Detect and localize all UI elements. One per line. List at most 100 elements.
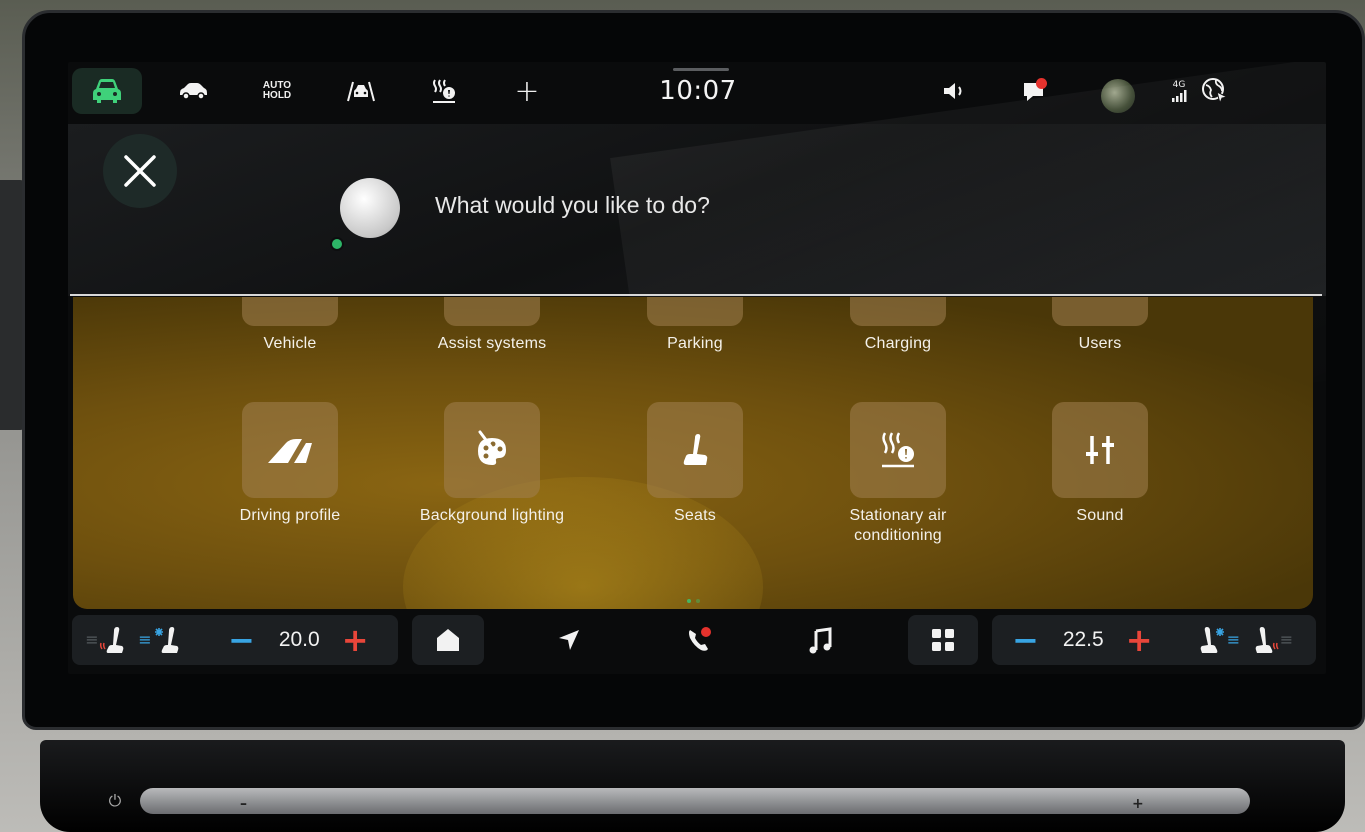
seat-ventilation-icon bbox=[1200, 627, 1224, 653]
tile-icon-box bbox=[647, 402, 743, 498]
equalizer-icon bbox=[1086, 436, 1114, 464]
display-lower-bezel bbox=[40, 740, 1345, 832]
add-shortcut-button[interactable]: + bbox=[504, 68, 550, 114]
seat-heating-icon bbox=[1255, 627, 1279, 653]
vehicle-status-icon bbox=[180, 83, 207, 100]
left-temp-decrease-button[interactable]: − bbox=[228, 624, 255, 656]
app-menu: Vehicle Assist systems Parking Charging … bbox=[73, 297, 1313, 609]
navigation-button[interactable] bbox=[546, 615, 592, 665]
car-interior-photo: ⏻ – + AUTO HOLD + 10:07 4G What would yo… bbox=[0, 0, 1365, 832]
tile-label: Vehicle bbox=[263, 335, 317, 352]
media-button[interactable] bbox=[798, 615, 844, 665]
tile-label: Stationary air conditioning bbox=[849, 507, 947, 544]
seat-level-lines: ≡ bbox=[85, 630, 99, 649]
online-services-button[interactable] bbox=[1196, 68, 1234, 114]
phone-icon bbox=[689, 627, 711, 651]
seat-level-lines: ≡ bbox=[1279, 630, 1294, 649]
seat-level-lines: ≡ bbox=[1226, 630, 1241, 649]
stationary-heating-button[interactable] bbox=[421, 68, 467, 114]
tile-seats[interactable]: Seats bbox=[595, 402, 795, 526]
volume-slider-strip[interactable] bbox=[140, 788, 1250, 814]
slider-minus-icon: – bbox=[240, 796, 247, 812]
right-temp-increase-button[interactable]: + bbox=[1126, 624, 1153, 656]
tile-background-lighting[interactable]: Background lighting bbox=[392, 402, 592, 526]
tile-sound[interactable]: Sound bbox=[1000, 402, 1200, 526]
voice-assistant-orb[interactable] bbox=[340, 178, 400, 238]
tile-icon-box bbox=[1052, 402, 1148, 498]
tile-users[interactable]: Users bbox=[1000, 297, 1200, 354]
tile-stationary-air-conditioning[interactable]: Stationary air conditioning bbox=[798, 402, 998, 546]
lane-assist-button[interactable] bbox=[338, 68, 384, 114]
home-icon bbox=[437, 629, 459, 651]
palette-icon bbox=[478, 430, 506, 465]
tile-label: Seats bbox=[674, 507, 716, 524]
vehicle-icon bbox=[242, 297, 338, 326]
tile-icon-box bbox=[444, 402, 540, 498]
tile-parking[interactable]: Parking bbox=[595, 297, 795, 354]
vehicle-status-button[interactable] bbox=[170, 68, 216, 114]
right-seat-ventilation-button[interactable]: ≡ bbox=[1191, 625, 1247, 655]
voice-assistant-panel: What would you like to do? bbox=[68, 62, 1326, 476]
tile-charging[interactable]: Charging bbox=[798, 297, 998, 354]
left-temp-increase-button[interactable]: + bbox=[342, 624, 369, 656]
right-temp-decrease-button[interactable]: − bbox=[1012, 624, 1039, 656]
drawer-handle[interactable] bbox=[673, 68, 729, 71]
left-seat-ventilation-button[interactable]: ≡ bbox=[132, 625, 188, 655]
seat-heating-icon bbox=[99, 627, 124, 653]
tile-label: Sound bbox=[1076, 507, 1124, 524]
tile-label: Charging bbox=[864, 335, 932, 352]
charging-icon bbox=[850, 297, 946, 326]
assist-systems-icon bbox=[444, 297, 540, 326]
home-button[interactable] bbox=[412, 615, 484, 665]
music-icon bbox=[809, 627, 832, 654]
signal-indicator: 4G bbox=[1164, 68, 1194, 114]
road-profile-icon bbox=[268, 439, 312, 463]
page-indicator bbox=[687, 599, 700, 603]
assistant-listening-indicator bbox=[330, 237, 344, 251]
navigation-icon bbox=[559, 630, 579, 650]
tile-label: Driving profile bbox=[239, 507, 341, 524]
left-seat-heating-button[interactable]: ≡ bbox=[80, 625, 132, 655]
seat-ventilation-icon bbox=[154, 627, 179, 653]
seat-icon bbox=[683, 434, 708, 465]
lane-assist-icon bbox=[347, 81, 375, 102]
tile-label: Background lighting bbox=[419, 507, 565, 524]
car-icon bbox=[93, 79, 121, 103]
tile-icon-box bbox=[242, 402, 338, 498]
user-avatar[interactable] bbox=[1101, 79, 1135, 113]
left-climate-group: ≡ ≡ − 20.0 + bbox=[72, 615, 398, 665]
tile-vehicle[interactable]: Vehicle bbox=[190, 297, 390, 354]
right-temperature: 22.5 bbox=[1062, 628, 1104, 651]
assistant-prompt: What would you like to do? bbox=[435, 192, 710, 218]
infotainment-screen: AUTO HOLD + 10:07 4G What would you like… bbox=[68, 62, 1326, 674]
volume-button[interactable] bbox=[932, 68, 978, 114]
tile-label: Users bbox=[1078, 335, 1122, 352]
clock: 10:07 bbox=[659, 76, 737, 106]
tile-driving-profile[interactable]: Driving profile bbox=[190, 402, 390, 526]
slider-plus-icon: + bbox=[1132, 796, 1144, 812]
right-seat-heating-button[interactable]: ≡ bbox=[1247, 625, 1299, 655]
apps-grid-icon bbox=[932, 629, 954, 651]
power-icon[interactable]: ⏻ bbox=[104, 790, 126, 812]
apps-button[interactable] bbox=[908, 615, 978, 665]
seat-level-lines: ≡ bbox=[138, 630, 152, 649]
network-type-label: 4G bbox=[1172, 79, 1186, 90]
right-climate-group: − 22.5 + ≡ ≡ bbox=[992, 615, 1316, 665]
close-button[interactable] bbox=[103, 134, 177, 208]
page-dot-active bbox=[687, 599, 691, 603]
close-icon bbox=[124, 155, 156, 187]
notifications-button[interactable] bbox=[1012, 68, 1058, 114]
phone-button[interactable] bbox=[676, 615, 722, 665]
stationary-heating-icon bbox=[882, 432, 914, 468]
navigation-online-icon bbox=[1202, 78, 1229, 105]
panel-divider bbox=[70, 294, 1322, 296]
notification-badge bbox=[1036, 78, 1047, 89]
signal-icon bbox=[1172, 89, 1187, 102]
tile-icon-box bbox=[850, 402, 946, 498]
status-bar: AUTO HOLD + 10:07 4G bbox=[68, 62, 1326, 124]
car-menu-button[interactable] bbox=[72, 68, 142, 114]
page-dot bbox=[696, 599, 700, 603]
auto-hold-button[interactable]: AUTO HOLD bbox=[254, 68, 300, 114]
parking-icon bbox=[647, 297, 743, 326]
tile-assist-systems[interactable]: Assist systems bbox=[392, 297, 592, 354]
